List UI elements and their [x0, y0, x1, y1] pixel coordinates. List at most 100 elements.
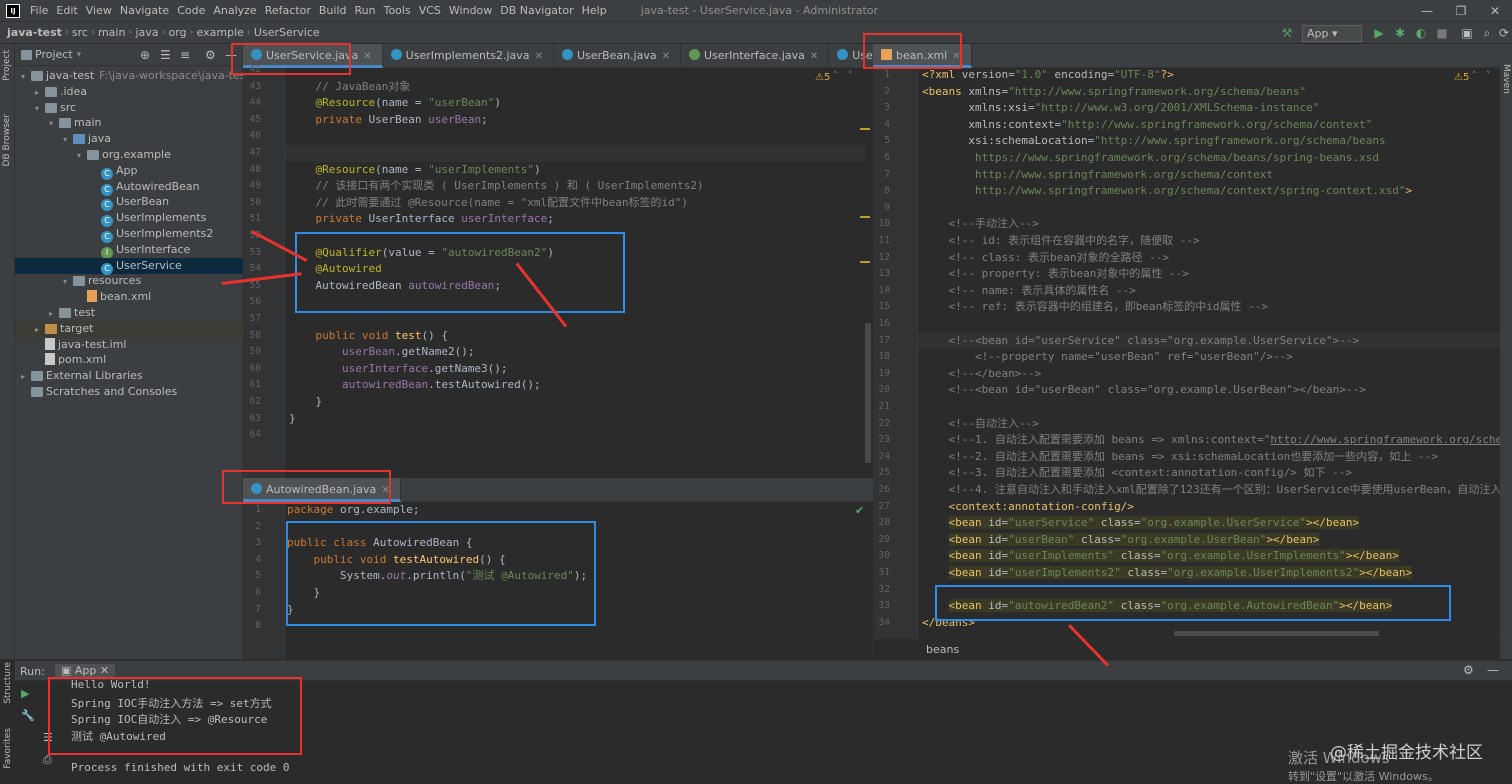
code-line[interactable]: // 此时需要通过 @Resource(name = "xml配置文件中bean… [289, 195, 689, 212]
run-icon[interactable]: ▶ [1372, 26, 1386, 40]
code-line[interactable]: xmlns:context="http://www.springframewor… [922, 117, 1372, 134]
tree-item[interactable]: ▾ resources [15, 273, 243, 289]
code-line[interactable]: private UserBean userBean; [289, 112, 488, 129]
code-line[interactable]: <bean id="userService" class="org.exampl… [922, 515, 1360, 532]
menu-item-window[interactable]: Window [445, 4, 496, 17]
tree-item[interactable]: Scratches and Consoles [15, 384, 243, 400]
tree-item[interactable]: C UserBean [15, 194, 243, 212]
print-icon[interactable]: ⎙ [43, 753, 52, 767]
wrench-icon[interactable]: 🔧 [21, 709, 35, 722]
tree-item[interactable]: ▸ target [15, 320, 243, 338]
code-line[interactable]: <!--4. 注意自动注入和手动注入xml配置除了123还有一个区别：UserS… [922, 482, 1512, 499]
code-line[interactable]: <!--手动注入--> [922, 216, 1039, 233]
rerun-icon[interactable]: ▶ [21, 687, 29, 700]
code-line[interactable]: <!--<bean id="userService" class="org.ex… [922, 333, 1360, 350]
breadcrumb-item[interactable]: main [95, 26, 128, 39]
db-browser-tool-button[interactable]: DB Browser [2, 114, 12, 166]
code-line[interactable]: https://www.springframework.org/schema/b… [922, 150, 1379, 167]
chevron-up-icon[interactable]: ˄ [833, 71, 838, 81]
code-line[interactable]: autowiredBean.testAutowired(); [289, 377, 541, 394]
code-line[interactable]: <context:annotation-config/> [922, 499, 1134, 516]
code-line[interactable]: <bean id="userImplements2" class="org.ex… [922, 565, 1413, 582]
menu-item-refactor[interactable]: Refactor [261, 4, 315, 17]
code-line[interactable]: <!--3. 自动注入配置需要添加 <context:annotation-co… [922, 465, 1353, 482]
tree-item[interactable]: ▾ java [15, 131, 243, 147]
structure-tool-button[interactable]: Structure [3, 662, 13, 704]
code-line[interactable]: <bean id="userBean" class="org.example.U… [922, 532, 1320, 549]
code-line[interactable]: } [289, 394, 322, 411]
code-line[interactable]: http://www.springframework.org/schema/co… [922, 183, 1412, 200]
menu-item-build[interactable]: Build [315, 4, 351, 17]
menu-item-tools[interactable]: Tools [380, 4, 415, 17]
close-tab-icon[interactable]: ✕ [363, 51, 371, 62]
code-line[interactable]: package org.example; [287, 502, 419, 519]
menu-item-run[interactable]: Run [351, 4, 380, 17]
tab-userimplements2-java[interactable]: UserImplements2.java ✕ [383, 44, 554, 68]
code-line[interactable]: <!-- class: 表示bean对象的全路径 --> [922, 250, 1169, 267]
chevron-down-icon[interactable]: ˅ [848, 71, 853, 81]
code-line[interactable]: // 该接口有两个实现类 ( UserImplements ) 和 ( User… [289, 178, 704, 195]
code-line[interactable]: <!-- ref: 表示容器中的组建名，即bean标签的中id属性 --> [922, 299, 1268, 316]
menu-item-code[interactable]: Code [173, 4, 209, 17]
tab-userbean-java[interactable]: UserBean.java ✕ [554, 44, 681, 68]
run-tab-app[interactable]: ▣ App ✕ [55, 664, 116, 677]
tree-item[interactable]: pom.xml [15, 352, 243, 368]
close-tab-icon[interactable]: ✕ [535, 51, 543, 62]
tree-item[interactable]: ▾ org.example [15, 147, 243, 163]
tab-userinterface-java[interactable]: UserInterface.java ✕ [681, 44, 830, 68]
code-line[interactable]: <?xml version="1.0" encoding="UTF-8"?> [922, 67, 1174, 84]
editor-bean-xml[interactable]: 1 <?xml version="1.0" encoding="UTF-8"?> 2… [873, 68, 1512, 659]
gear-icon[interactable]: ⚙ [205, 48, 216, 62]
horizontal-scrollbar[interactable] [1174, 631, 1379, 636]
menu-item-view[interactable]: View [82, 4, 116, 17]
code-line[interactable]: <!-- property: 表示bean对象中的属性 --> [922, 266, 1189, 283]
code-line[interactable]: <!-- name: 表示具体的属性名 --> [922, 283, 1136, 300]
gear-icon[interactable]: ⚙ [1463, 663, 1474, 677]
tree-item[interactable]: C UserImplements [15, 210, 243, 228]
tree-arrow-icon[interactable]: ▾ [77, 148, 87, 164]
tree-item[interactable]: C AutowiredBean [15, 179, 243, 196]
project-structure-icon[interactable]: ▣ [1460, 26, 1474, 40]
code-line[interactable]: <!--1. 自动注入配置需要添加 beans => xmlns:context… [922, 432, 1512, 449]
xml-breadcrumb-item[interactable]: beans [926, 643, 959, 656]
warning-count[interactable]: ⚠5 [1454, 72, 1469, 83]
tree-arrow-icon[interactable]: ▾ [49, 116, 59, 132]
code-line[interactable]: http://www.springframework.org/schema/co… [922, 167, 1273, 184]
coverage-icon[interactable]: ◐ [1414, 26, 1428, 40]
code-line[interactable]: } [289, 411, 296, 428]
code-line[interactable]: <bean id="userImplements" class="org.exa… [922, 548, 1399, 565]
tree-item[interactable]: ▸ test [15, 305, 243, 321]
code-line[interactable]: <!--<bean id="userBean" class="org.examp… [922, 382, 1366, 399]
tree-arrow-icon[interactable]: ▾ [63, 132, 73, 148]
tree-item[interactable]: C UserService [15, 257, 243, 275]
chevron-down-icon[interactable]: ˅ [1486, 71, 1491, 81]
restore-icon[interactable]: ❐ [1444, 0, 1478, 22]
tree-item[interactable]: ▸ External Libraries [15, 368, 243, 384]
menu-item-analyze[interactable]: Analyze [209, 4, 260, 17]
code-line[interactable]: <!--自动注入--> [922, 416, 1039, 433]
tree-arrow-icon[interactable]: ▾ [35, 101, 45, 117]
hammer-icon[interactable]: ⚒ [1280, 26, 1294, 40]
locate-icon[interactable]: ⊕ [140, 48, 150, 62]
tree-item[interactable]: java-test.iml [15, 337, 243, 353]
code-line[interactable]: <!--2. 自动注入配置需要添加 beans => xsi:schemaLoc… [922, 449, 1438, 466]
menu-item-navigate[interactable]: Navigate [116, 4, 173, 17]
code-line[interactable]: public void test() { [289, 328, 448, 345]
run-config-select[interactable]: App ▾ [1302, 25, 1362, 42]
code-line[interactable]: xsi:schemaLocation="http://www.springfra… [922, 133, 1385, 150]
tree-item[interactable]: ▾ main [15, 115, 243, 131]
menu-item-file[interactable]: File [26, 4, 52, 17]
tree-arrow-icon[interactable]: ▸ [49, 306, 59, 322]
update-icon[interactable]: ⟳ [1497, 26, 1511, 40]
tree-arrow-icon[interactable]: ▸ [35, 322, 45, 338]
hide-icon[interactable]: — [1487, 663, 1499, 677]
maven-tool-button[interactable]: Maven [1501, 64, 1511, 94]
tree-item[interactable]: C UserImplements2 [15, 226, 243, 243]
tree-arrow-icon[interactable]: ▸ [21, 369, 31, 385]
tree-item[interactable]: C App [15, 163, 243, 180]
code-line[interactable]: @Resource(name = "userBean") [289, 95, 501, 112]
menu-item-help[interactable]: Help [578, 4, 611, 17]
code-line[interactable]: <!--property name="userBean" ref="userBe… [922, 349, 1293, 366]
tree-item[interactable]: ▾ java-test F:\java-workspace\java-test [15, 68, 250, 84]
code-line[interactable]: <beans xmlns="http://www.springframework… [922, 84, 1306, 101]
